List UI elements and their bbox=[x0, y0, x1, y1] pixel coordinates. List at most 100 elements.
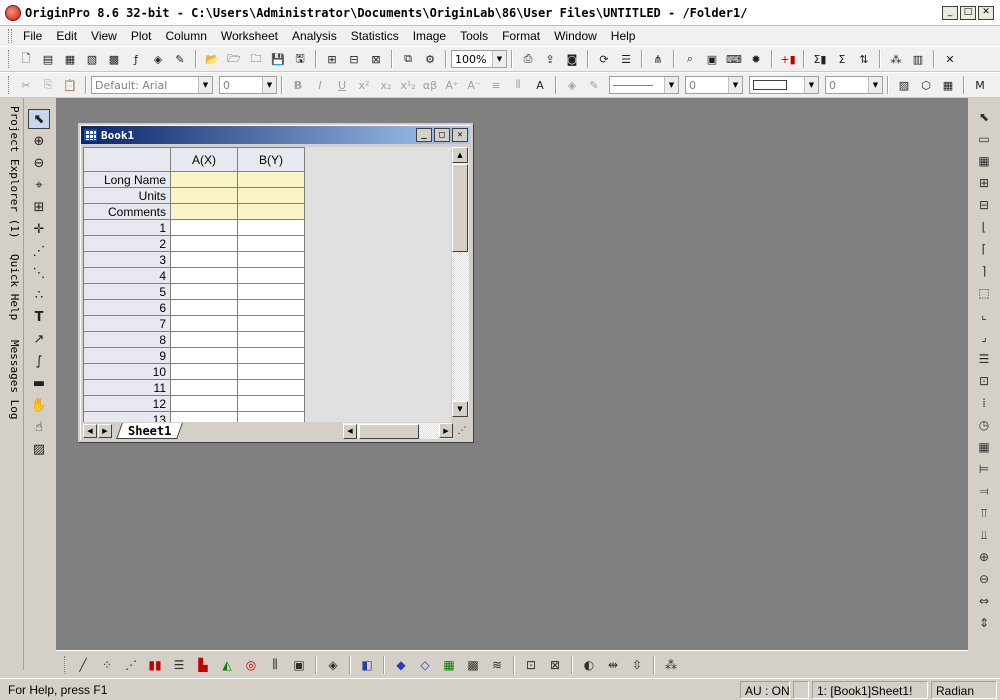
menu-column[interactable]: Column bbox=[159, 29, 214, 43]
data-cell[interactable] bbox=[170, 283, 238, 300]
data-cell[interactable] bbox=[237, 315, 305, 332]
row-number[interactable]: 7 bbox=[83, 315, 171, 332]
font-size-select[interactable]: 0 ▼ bbox=[219, 76, 277, 94]
hand-icon[interactable]: ✋ bbox=[28, 395, 50, 415]
same-width-icon[interactable]: ⇔ bbox=[974, 591, 994, 611]
same-height-icon[interactable]: ⇕ bbox=[974, 613, 994, 633]
add-right-y-icon[interactable]: ⌉ bbox=[974, 261, 994, 281]
meta-cell[interactable] bbox=[170, 203, 238, 220]
close-button[interactable]: ✕ bbox=[452, 128, 468, 142]
row-label[interactable]: Comments bbox=[83, 203, 171, 220]
tab-project-explorer[interactable]: Project Explorer (1) bbox=[3, 102, 21, 238]
menu-worksheet[interactable]: Worksheet bbox=[214, 29, 285, 43]
tab-prev-icon[interactable]: ◀ bbox=[83, 424, 97, 438]
minimize-button[interactable]: _ bbox=[942, 5, 958, 20]
layer-stack-icon[interactable]: ⊟ bbox=[974, 195, 994, 215]
menu-tools[interactable]: Tools bbox=[453, 29, 495, 43]
superscript-icon[interactable]: x² bbox=[355, 76, 373, 94]
data-cell[interactable] bbox=[237, 235, 305, 252]
row-number[interactable]: 6 bbox=[83, 299, 171, 316]
menu-plot[interactable]: Plot bbox=[124, 29, 159, 43]
new-notes-icon[interactable]: ✎ bbox=[171, 50, 189, 68]
decrease-font-icon[interactable]: A⁻ bbox=[465, 76, 483, 94]
copy-icon[interactable]: ⎘ bbox=[39, 76, 57, 94]
import-multiple-icon[interactable]: ⊠ bbox=[367, 50, 385, 68]
horizontal-scroll-thumb[interactable] bbox=[359, 423, 419, 439]
data-cell[interactable] bbox=[170, 379, 238, 396]
copy-page-icon[interactable]: ◙ bbox=[563, 50, 581, 68]
add-column-icon[interactable]: +▮ bbox=[779, 50, 797, 68]
tab-sheet1[interactable]: Sheet1 bbox=[116, 423, 184, 439]
column-header-b[interactable]: B(Y) bbox=[237, 147, 305, 172]
data-cell[interactable] bbox=[237, 331, 305, 348]
duplicate-icon[interactable]: ⧉ bbox=[399, 50, 417, 68]
text-tool-icon[interactable]: T bbox=[28, 307, 50, 327]
italic-icon[interactable]: I bbox=[311, 76, 329, 94]
row-label[interactable]: Long Name bbox=[83, 171, 171, 188]
data-cell[interactable] bbox=[170, 299, 238, 316]
multi-panel-icon[interactable]: ☰ bbox=[169, 655, 189, 675]
meta-cell[interactable] bbox=[170, 171, 238, 188]
chevron-down-icon[interactable]: ▼ bbox=[198, 77, 212, 93]
layer-icon[interactable]: ▦ bbox=[939, 76, 957, 94]
gear-icon[interactable]: ✹ bbox=[747, 50, 765, 68]
statistics-icon[interactable]: Σ▮ bbox=[811, 50, 829, 68]
chevron-down-icon[interactable]: ▼ bbox=[804, 77, 818, 93]
tab-quick-help[interactable]: Quick Help bbox=[3, 250, 21, 320]
sort-icon[interactable]: ⇅ bbox=[855, 50, 873, 68]
row-number[interactable]: 11 bbox=[83, 379, 171, 396]
data-reader-icon[interactable]: ✛ bbox=[28, 219, 50, 239]
row-number[interactable]: 10 bbox=[83, 363, 171, 380]
tick-marks-icon[interactable]: ⦀ bbox=[509, 76, 527, 94]
column-stats-icon[interactable]: ▥ bbox=[909, 50, 927, 68]
align-top-icon[interactable]: ⫪ bbox=[974, 503, 994, 523]
row-number[interactable]: 3 bbox=[83, 251, 171, 268]
resize-grip-icon[interactable]: ⋰ bbox=[453, 423, 471, 439]
regional-selector-icon[interactable]: ⋰ bbox=[28, 241, 50, 261]
layer-2x2-icon[interactable]: ⊞ bbox=[974, 173, 994, 193]
arrange-icon[interactable]: ⁞ bbox=[974, 393, 994, 413]
curve-tool-icon[interactable]: ∫ bbox=[28, 351, 50, 371]
3d-surface-icon[interactable]: ◆ bbox=[391, 655, 411, 675]
pointer-icon[interactable]: ⬉ bbox=[28, 109, 50, 129]
toolbar-grip[interactable] bbox=[8, 76, 11, 94]
move-x-icon[interactable]: ⇹ bbox=[603, 655, 623, 675]
area-plot-icon[interactable]: ◭ bbox=[217, 655, 237, 675]
data-cell[interactable] bbox=[237, 379, 305, 396]
maximize-button[interactable]: □ bbox=[434, 128, 450, 142]
tab-next-icon[interactable]: ▶ bbox=[98, 424, 112, 438]
row-number[interactable]: 4 bbox=[83, 267, 171, 284]
align-middle-icon[interactable]: ⊖ bbox=[974, 569, 994, 589]
data-selector-icon[interactable]: ⊞ bbox=[28, 197, 50, 217]
data-cell[interactable] bbox=[170, 219, 238, 236]
chevron-down-icon[interactable]: ▼ bbox=[262, 77, 276, 93]
line-plot-icon[interactable]: ╱ bbox=[73, 655, 93, 675]
data-cell[interactable] bbox=[170, 331, 238, 348]
pattern-size-select[interactable]: 0 ▼ bbox=[825, 76, 883, 94]
export-icon[interactable]: ⇪ bbox=[541, 50, 559, 68]
chevron-down-icon[interactable]: ▼ bbox=[868, 77, 882, 93]
sum-icon[interactable]: Σ bbox=[833, 50, 851, 68]
new-matrix-icon[interactable]: ▩ bbox=[105, 50, 123, 68]
data-cell[interactable] bbox=[237, 299, 305, 316]
meta-cell[interactable] bbox=[237, 203, 305, 220]
refresh-icon[interactable]: ⟳ bbox=[595, 50, 613, 68]
align-icon[interactable]: ≡ bbox=[487, 76, 505, 94]
waterfall-icon[interactable]: ≋ bbox=[487, 655, 507, 675]
origin-app-icon[interactable] bbox=[5, 4, 21, 21]
data-cell[interactable] bbox=[170, 347, 238, 364]
fill-select[interactable]: ▼ bbox=[749, 76, 819, 94]
close-button[interactable]: ✕ bbox=[978, 5, 994, 20]
table-icon[interactable]: ▦ bbox=[974, 437, 994, 457]
paste-icon[interactable]: 📋 bbox=[61, 76, 79, 94]
add-linked-icon[interactable]: ⌟ bbox=[974, 327, 994, 347]
workbook-titlebar[interactable]: Book1 _ □ ✕ bbox=[81, 126, 470, 144]
new-function-icon[interactable]: ƒ bbox=[127, 50, 145, 68]
align-bottom-icon[interactable]: ⫫ bbox=[974, 525, 994, 545]
rotate-icon[interactable]: ◐ bbox=[579, 655, 599, 675]
set-values-icon[interactable]: ⁂ bbox=[887, 50, 905, 68]
toolbar-grip[interactable] bbox=[64, 655, 67, 674]
maximize-button[interactable]: □ bbox=[960, 5, 976, 20]
template-icon[interactable]: ▣ bbox=[289, 655, 309, 675]
objects-icon[interactable]: ⬡ bbox=[917, 76, 935, 94]
